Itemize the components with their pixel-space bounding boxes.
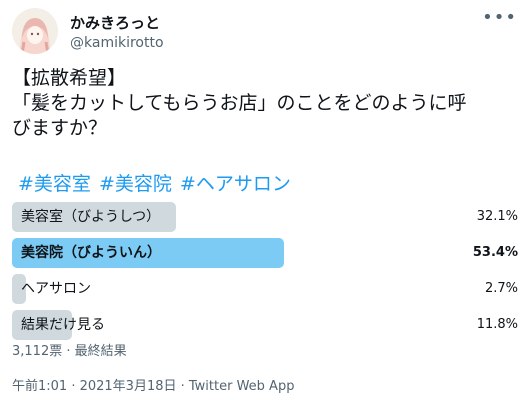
- poll-option-percent: 2.7%: [484, 281, 518, 296]
- anime-girl-avatar-icon: [12, 8, 58, 54]
- poll-option-percent: 53.4%: [472, 245, 518, 260]
- poll-option-percent: 11.8%: [476, 317, 518, 332]
- poll-option: ヘアサロン 2.7%: [12, 274, 518, 304]
- tweet-line: 「髪をカットしてもらうお店」のことをどのように呼: [12, 92, 467, 114]
- poll-option-label: 結果だけ見る: [21, 317, 105, 333]
- more-options-icon[interactable]: •••: [482, 9, 517, 27]
- poll-option-label: ヘアサロン: [21, 281, 91, 297]
- author-name[interactable]: かみきろっと: [70, 12, 160, 33]
- poll: 美容室（びようしつ） 32.1% 美容院（びよういん） 53.4% ヘアサロン …: [12, 202, 518, 346]
- poll-option-percent: 32.1%: [476, 209, 518, 224]
- poll-option: 結果だけ見る 11.8%: [12, 310, 518, 340]
- poll-option-label: 美容室（びようしつ）: [21, 209, 161, 225]
- poll-option-label: 美容院（びよういん）: [21, 245, 161, 261]
- tweet-timestamp[interactable]: 午前1:01 · 2021年3月18日 · Twitter Web App: [12, 375, 294, 394]
- poll-option: 美容室（びようしつ） 32.1%: [12, 202, 518, 232]
- hashtags[interactable]: #美容室 #美容院 #ヘアサロン: [18, 169, 291, 196]
- tweet-text: 【拡散希望】 「髪をカットしてもらうお店」のことをどのように呼 びますか？: [12, 66, 517, 141]
- poll-option: 美容院（びよういん） 53.4%: [12, 238, 518, 268]
- avatar[interactable]: [12, 8, 58, 54]
- author-handle[interactable]: @kamikirotto: [70, 35, 164, 51]
- tweet-line: びますか？: [12, 117, 108, 139]
- tweet-header: かみきろっと @kamikirotto •••: [12, 8, 517, 58]
- poll-summary: 3,112票 · 最終結果: [12, 344, 127, 359]
- tweet-line: 【拡散希望】: [12, 67, 127, 89]
